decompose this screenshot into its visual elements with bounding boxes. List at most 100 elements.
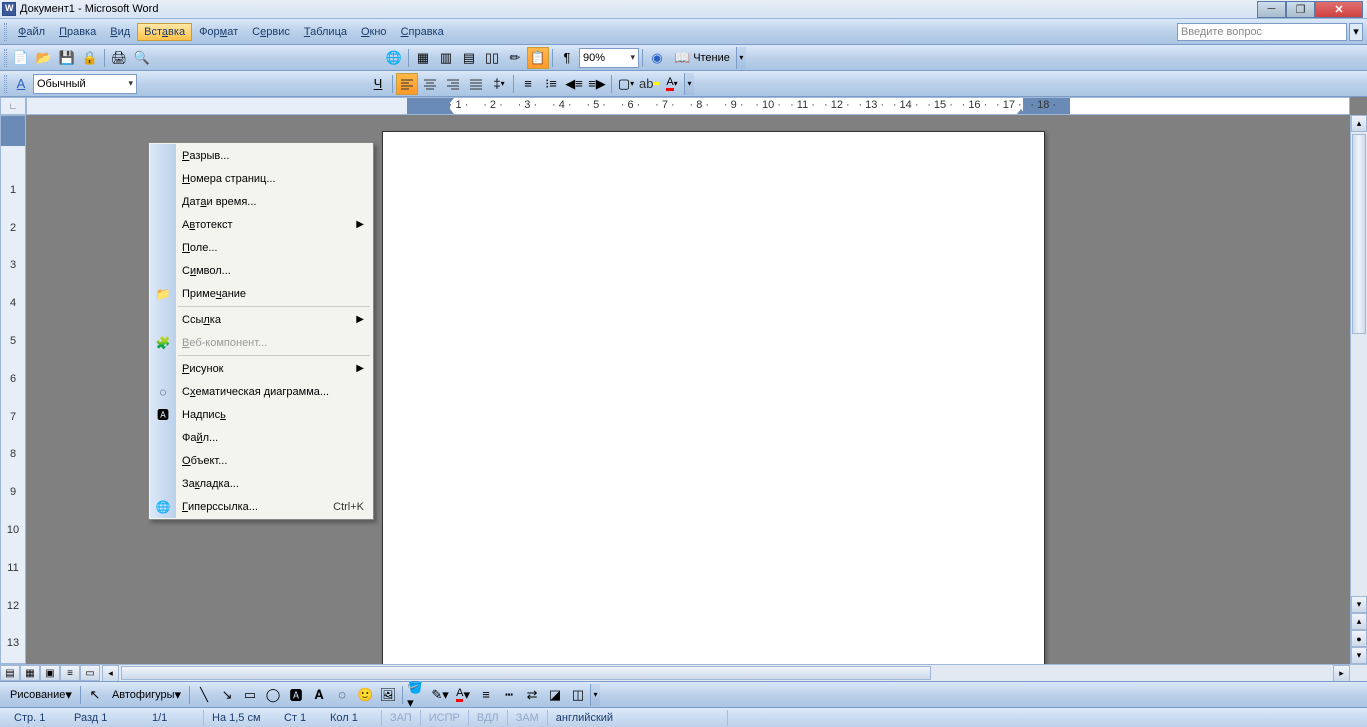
scroll-right-button[interactable]: ▸	[1333, 665, 1350, 681]
bulleted-list-button[interactable]: ⁝≡	[540, 73, 562, 95]
drawing-menu[interactable]: Рисование ▾	[5, 684, 77, 706]
menu-bookmark[interactable]: Закладка...	[150, 472, 372, 495]
diagram-button[interactable]: ◌	[331, 684, 353, 706]
font-color-button[interactable]: A▾	[661, 73, 683, 95]
document-map-button[interactable]: 📋	[527, 47, 549, 69]
new-doc-button[interactable]: 📄	[10, 47, 32, 69]
menu-view[interactable]: Вид	[103, 23, 137, 41]
reading-view-button[interactable]: ▭	[80, 665, 100, 681]
reading-button[interactable]: 📖 Чтение	[669, 47, 735, 69]
style-combo[interactable]: Обычный▾	[33, 74, 137, 94]
menu-picture[interactable]: Рисунок▶	[150, 357, 372, 380]
styles-button[interactable]: A	[10, 73, 32, 95]
open-button[interactable]: 📂	[33, 47, 55, 69]
grip[interactable]	[4, 49, 7, 67]
menu-file[interactable]: Файл	[11, 23, 52, 41]
drawing-button[interactable]: ✏	[504, 47, 526, 69]
font-color-button[interactable]: A▾	[452, 684, 474, 706]
menu-help[interactable]: Справка	[394, 23, 451, 41]
menu-edit[interactable]: Правка	[52, 23, 103, 41]
menu-field[interactable]: Поле...	[150, 236, 372, 259]
columns-button[interactable]: ▯▯	[481, 47, 503, 69]
print-view-button[interactable]: ▣	[40, 665, 60, 681]
align-left-button[interactable]	[396, 73, 418, 95]
minimize-button[interactable]: ─	[1257, 1, 1286, 18]
outline-view-button[interactable]: ≡	[60, 665, 80, 681]
excel-button[interactable]: ▤	[458, 47, 480, 69]
decrease-indent-button[interactable]: ◀≡	[563, 73, 585, 95]
menu-hyperlink[interactable]: 🌐Гиперссылка...Ctrl+K	[150, 495, 372, 518]
status-ext[interactable]: ВДЛ	[469, 710, 508, 726]
align-center-button[interactable]	[419, 73, 441, 95]
print-preview-button[interactable]: 🔍	[131, 47, 153, 69]
arrow-button[interactable]: ↘	[216, 684, 238, 706]
line-spacing-button[interactable]: ‡▾	[488, 73, 510, 95]
maximize-button[interactable]: ❐	[1286, 1, 1315, 18]
menu-autotext[interactable]: Автотекст▶	[150, 213, 372, 236]
menu-reference[interactable]: Ссылка▶	[150, 308, 372, 331]
save-button[interactable]: 💾	[56, 47, 78, 69]
next-page-button[interactable]: ▾	[1351, 647, 1367, 664]
menu-tools[interactable]: Сервис	[245, 23, 297, 41]
menu-textbox[interactable]: 🅰Надпись	[150, 403, 372, 426]
permission-button[interactable]: 🔒	[79, 47, 101, 69]
rectangle-button[interactable]: ▭	[239, 684, 261, 706]
menu-comment[interactable]: 📁Примечание	[150, 282, 372, 305]
prev-page-button[interactable]: ▴	[1351, 613, 1367, 630]
dash-style-button[interactable]: ┅	[498, 684, 520, 706]
menu-date-time[interactable]: Дата и время...	[150, 190, 372, 213]
menu-page-numbers[interactable]: Номера страниц...	[150, 167, 372, 190]
insert-table-button[interactable]: ▥	[435, 47, 457, 69]
scroll-down-button[interactable]: ▾	[1351, 596, 1367, 613]
menu-symbol[interactable]: Символ...	[150, 259, 372, 282]
align-right-button[interactable]	[442, 73, 464, 95]
status-ovr[interactable]: ЗАМ	[508, 710, 548, 726]
toolbar-options[interactable]: ▾	[684, 73, 694, 95]
clipart-button[interactable]: 🙂	[354, 684, 376, 706]
print-button[interactable]: 🖨	[108, 47, 130, 69]
scroll-left-button[interactable]: ◂	[102, 665, 119, 681]
fill-color-button[interactable]: 🪣▾	[406, 684, 428, 706]
grip[interactable]	[4, 23, 7, 41]
line-style-button[interactable]: ≡	[475, 684, 497, 706]
hyperlink-button[interactable]: 🌐	[383, 47, 405, 69]
wordart-button[interactable]: 𝐀	[308, 684, 330, 706]
menu-format[interactable]: Формат	[192, 23, 245, 41]
horizontal-scrollbar[interactable]	[119, 665, 1333, 681]
scroll-up-button[interactable]: ▴	[1351, 115, 1367, 132]
menu-insert[interactable]: Вставка	[137, 23, 192, 41]
menu-file[interactable]: Файл...	[150, 426, 372, 449]
help-button[interactable]: ◉	[646, 47, 668, 69]
horizontal-ruler[interactable]: · 1 ·· 2 ·· 3 ·· 4 ·· 5 ·· 6 ·· 7 ·· 8 ·…	[26, 97, 1350, 115]
line-color-button[interactable]: ✎▾	[429, 684, 451, 706]
browse-object-button[interactable]: ●	[1351, 630, 1367, 647]
arrow-style-button[interactable]: ⇄	[521, 684, 543, 706]
vertical-ruler[interactable]: 12345678910111213	[0, 115, 26, 664]
shadow-button[interactable]: ◪	[544, 684, 566, 706]
tables-borders-button[interactable]: ▦	[412, 47, 434, 69]
textbox-button[interactable]: 🅰	[285, 684, 307, 706]
underline-button[interactable]: Ч	[367, 73, 389, 95]
numbered-list-button[interactable]: ≡	[517, 73, 539, 95]
status-rec[interactable]: ЗАП	[382, 710, 421, 726]
zoom-combo[interactable]: 90%▾	[579, 48, 639, 68]
help-search-input[interactable]	[1177, 23, 1347, 41]
justify-button[interactable]	[465, 73, 487, 95]
close-button[interactable]: ✕	[1315, 1, 1363, 18]
3d-button[interactable]: ◫	[567, 684, 589, 706]
line-button[interactable]: ╲	[193, 684, 215, 706]
vertical-scrollbar[interactable]: ▴ ▾ ▴ ● ▾	[1350, 115, 1367, 664]
menu-object[interactable]: Объект...	[150, 449, 372, 472]
menu-table[interactable]: Таблица	[297, 23, 354, 41]
highlight-button[interactable]: ab	[638, 73, 660, 95]
tab-selector[interactable]: ∟	[0, 97, 26, 115]
autoshapes-menu[interactable]: Автофигуры ▾	[107, 684, 186, 706]
normal-view-button[interactable]: ▤	[0, 665, 20, 681]
status-lang[interactable]: английский	[548, 710, 728, 726]
borders-button[interactable]: ▢▾	[615, 73, 637, 95]
picture-button[interactable]: 🖼	[377, 684, 399, 706]
status-trk[interactable]: ИСПР	[421, 710, 469, 726]
grip[interactable]	[4, 75, 7, 93]
menu-break[interactable]: Разрыв...	[150, 144, 372, 167]
select-objects-button[interactable]: ↖	[84, 684, 106, 706]
